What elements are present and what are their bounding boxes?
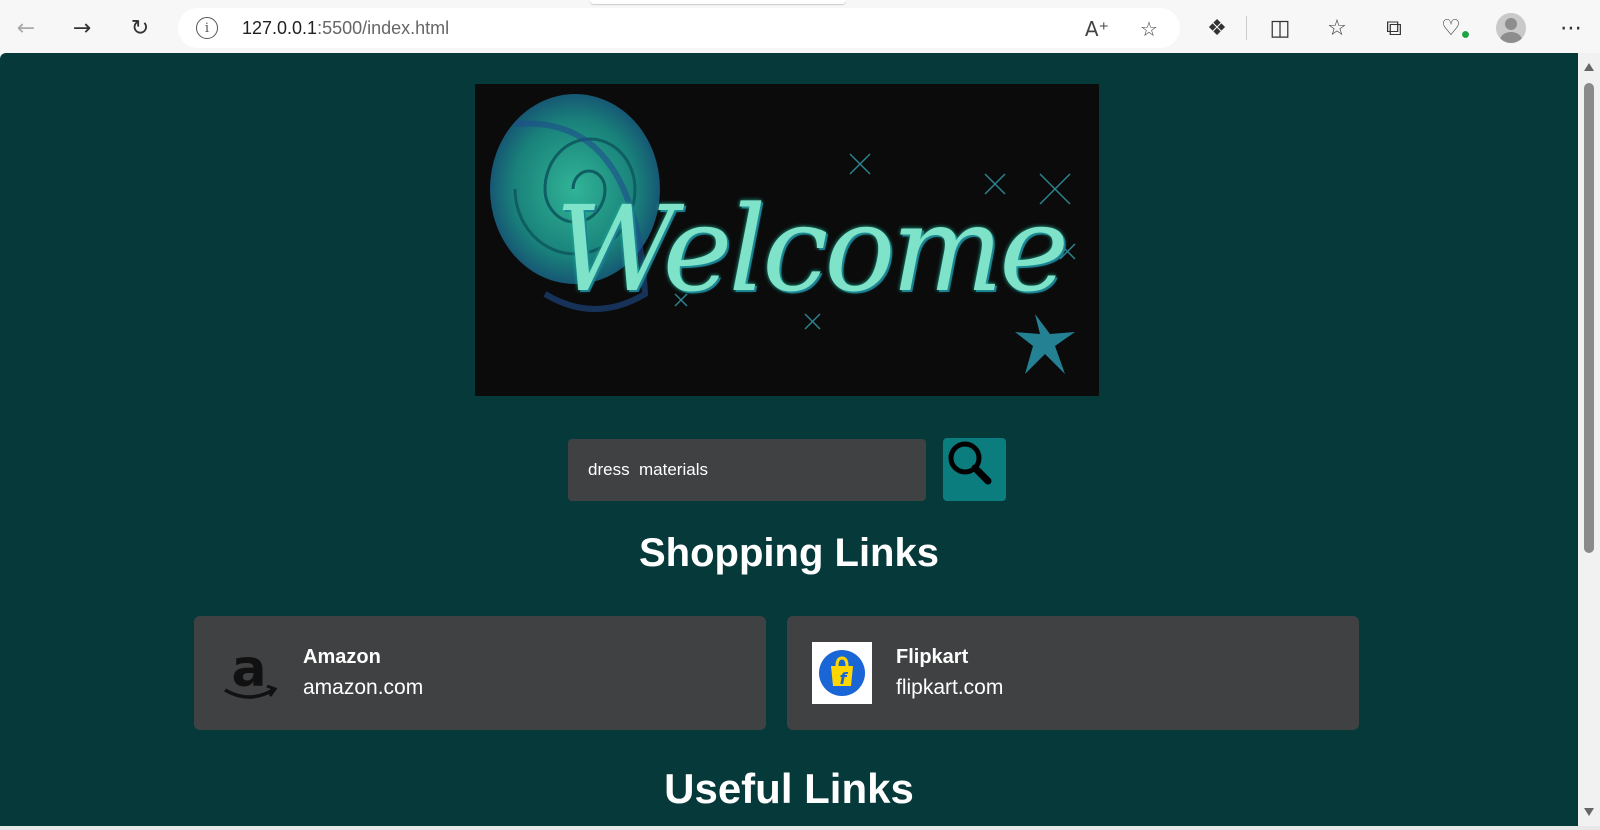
useful-links-title: Useful Links bbox=[664, 765, 914, 812]
read-aloud-icon[interactable]: A⁺ bbox=[1084, 16, 1110, 42]
flipkart-link-card[interactable]: f Flipkart flipkart.com bbox=[787, 616, 1359, 730]
card-name: Amazon bbox=[303, 646, 381, 668]
favorite-star-icon[interactable]: ☆ bbox=[1136, 16, 1162, 42]
url-host: 127.0.0.1 bbox=[242, 18, 318, 38]
browser-essentials-icon[interactable]: ♡ bbox=[1433, 10, 1469, 46]
search-icon bbox=[948, 441, 992, 485]
toolbar-separator bbox=[1246, 16, 1247, 40]
address-url[interactable]: 127.0.0.1:5500/index.html bbox=[242, 18, 449, 39]
browser-toolbar: ← → ↻ i 127.0.0.1:5500/index.html A⁺ ☆ ❖… bbox=[0, 0, 1600, 53]
search-input[interactable]: dress materials bbox=[568, 439, 926, 501]
address-bar[interactable]: i 127.0.0.1:5500/index.html A⁺ ☆ bbox=[178, 8, 1180, 48]
collections-icon[interactable]: ⧉ bbox=[1376, 10, 1412, 46]
active-tab-edge bbox=[590, 0, 846, 4]
flipkart-logo-icon: f bbox=[812, 642, 872, 704]
card-name: Flipkart bbox=[896, 646, 969, 668]
welcome-text: Welcome bbox=[555, 180, 1069, 318]
refresh-icon[interactable]: ↻ bbox=[122, 10, 158, 46]
back-icon[interactable]: ← bbox=[8, 10, 44, 46]
svg-text:a: a bbox=[231, 642, 266, 699]
favorites-icon[interactable]: ☆ bbox=[1319, 10, 1355, 46]
scroll-up-icon[interactable] bbox=[1584, 63, 1594, 71]
status-dot bbox=[1461, 30, 1470, 39]
more-icon[interactable]: ⋯ bbox=[1553, 10, 1589, 46]
split-screen-icon[interactable]: ◫ bbox=[1262, 10, 1298, 46]
amazon-link-card[interactable]: a Amazon amazon.com bbox=[194, 616, 766, 730]
profile-icon[interactable] bbox=[1496, 13, 1526, 43]
amazon-logo-icon: a bbox=[219, 639, 279, 704]
search-button[interactable] bbox=[943, 438, 1006, 501]
url-path: :5500/index.html bbox=[317, 18, 450, 38]
forward-icon[interactable]: → bbox=[64, 10, 100, 46]
page-scrollbar[interactable] bbox=[1578, 53, 1600, 826]
extensions-icon[interactable]: ❖ bbox=[1199, 10, 1235, 46]
site-info-icon[interactable]: i bbox=[196, 17, 218, 39]
card-site: amazon.com bbox=[303, 676, 424, 699]
scroll-thumb[interactable] bbox=[1584, 83, 1594, 553]
card-site: flipkart.com bbox=[896, 676, 1004, 699]
scroll-down-icon[interactable] bbox=[1584, 808, 1594, 816]
window-bottom-edge bbox=[0, 826, 1600, 830]
page-viewport: Welcome dress materials Shopping Links a… bbox=[0, 53, 1578, 826]
shopping-links-title: Shopping Links bbox=[639, 531, 939, 575]
welcome-banner: Welcome bbox=[475, 84, 1099, 396]
